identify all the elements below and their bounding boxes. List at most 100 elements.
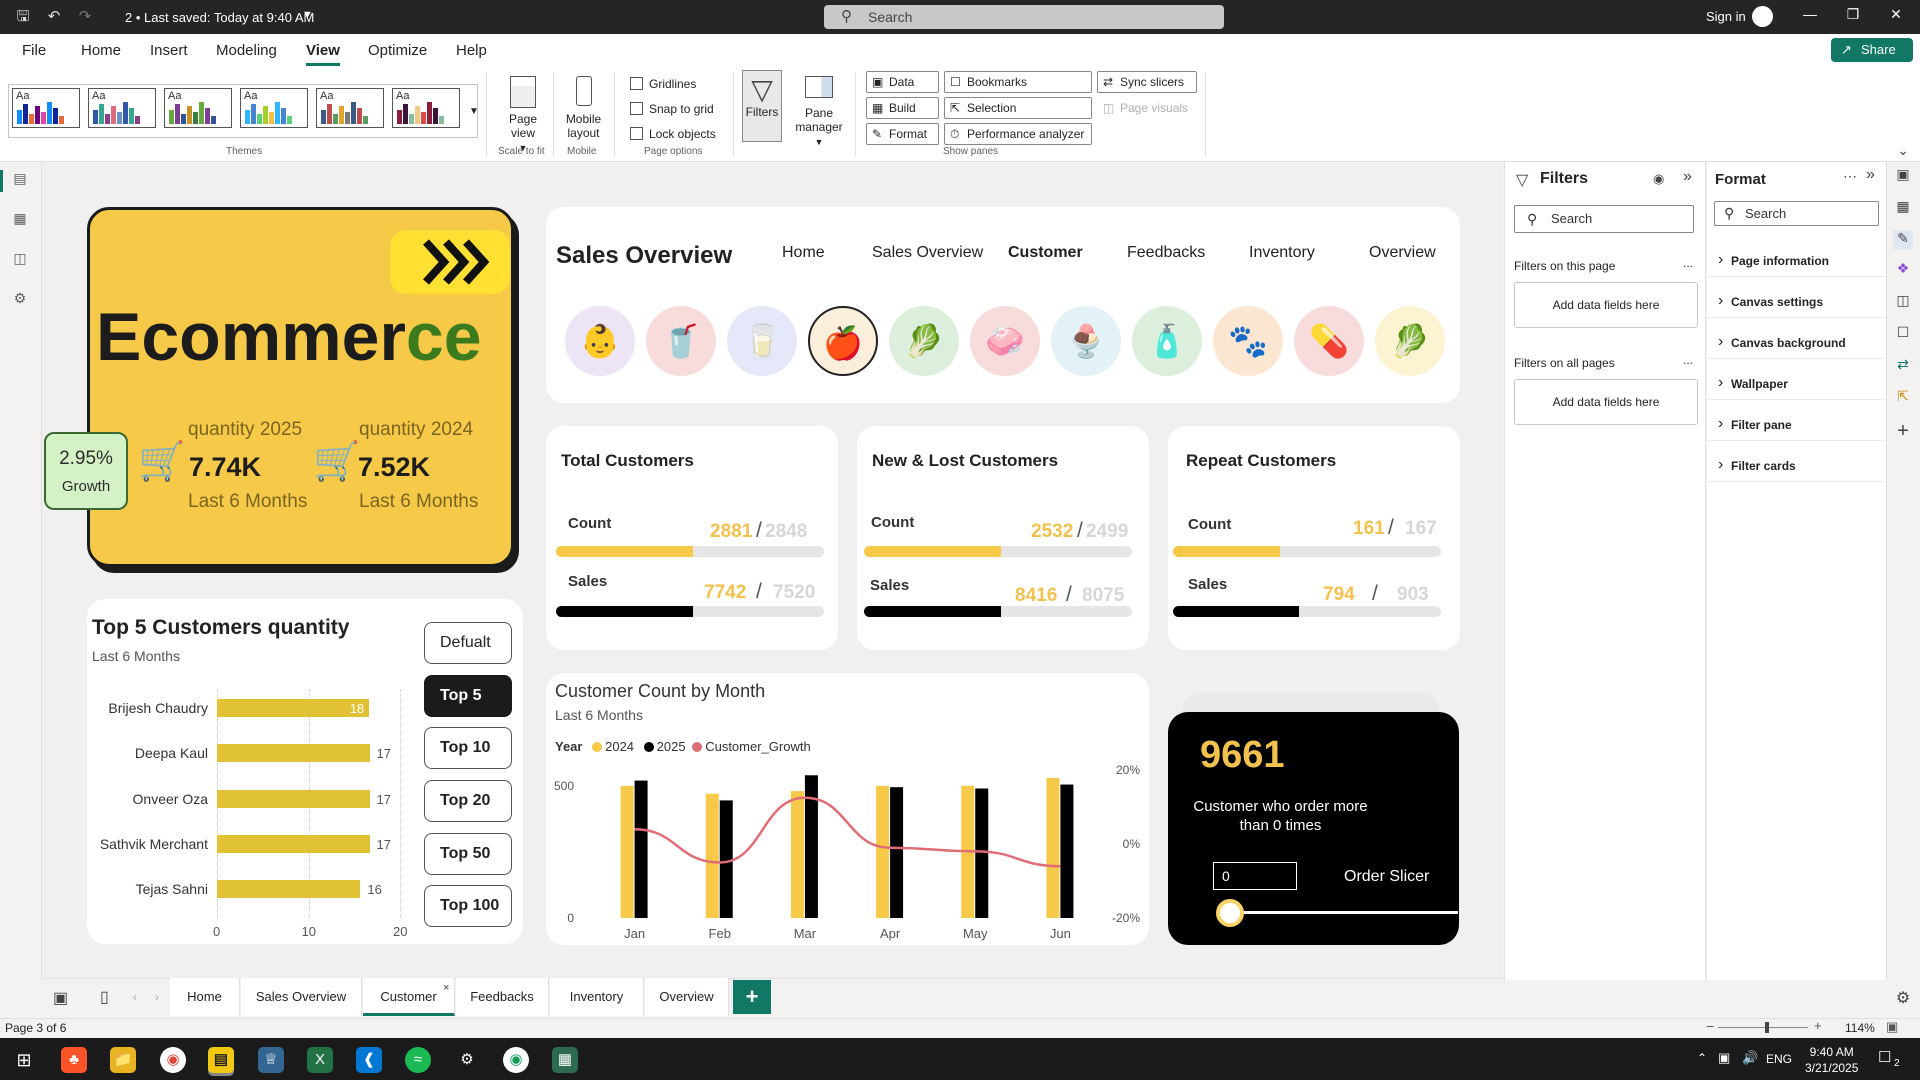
file-explorer-icon[interactable]: 📁 [110, 1047, 136, 1073]
menu-modeling[interactable]: Modeling [216, 42, 277, 59]
copilot-icon[interactable]: ❖ [1893, 260, 1913, 280]
mobile-layout-icon[interactable]: ▯ [100, 987, 109, 1007]
power-bi-icon[interactable]: ▤ [208, 1047, 234, 1073]
chrome-profile-icon[interactable]: ◉ [503, 1047, 529, 1073]
top-filter-default-button[interactable]: Defualt [424, 622, 512, 664]
top-filter-top5-button[interactable]: Top 5 [424, 675, 512, 717]
collapse-rail-icon[interactable]: ⌄ [1893, 142, 1913, 162]
filters-button[interactable]: ▽ Filters [742, 70, 782, 142]
menu-insert[interactable]: Insert [150, 42, 188, 59]
zoom-in-icon[interactable]: + [1814, 1018, 1822, 1033]
save-icon[interactable]: 🖫 [14, 8, 32, 26]
network-icon[interactable]: ▣ [1718, 1050, 1730, 1066]
theme-swatch[interactable]: Aa [240, 88, 308, 128]
column-bar-2025[interactable] [719, 800, 733, 918]
order-slider-handle[interactable] [1216, 899, 1244, 927]
page-tab-inventory[interactable]: Inventory [550, 978, 644, 1016]
column-bar-2025[interactable] [890, 787, 904, 918]
nav-link-feedbacks[interactable]: Feedbacks [1127, 244, 1205, 262]
postgresql-icon[interactable]: ♕ [258, 1047, 284, 1073]
collapse-pane-icon[interactable]: » [1866, 166, 1875, 184]
theme-swatch[interactable]: Aa [392, 88, 460, 128]
snap-to-grid-checkbox[interactable]: Snap to grid [630, 102, 714, 116]
column-bar-2024[interactable] [1046, 777, 1060, 918]
notification-icon[interactable]: ☐ [1878, 1048, 1891, 1066]
category-baby-care-icon[interactable]: 👶 [565, 306, 635, 376]
more-options-icon[interactable]: ... [1683, 353, 1693, 367]
order-slider-track[interactable] [1232, 911, 1458, 914]
scroll-right-icon[interactable]: › [155, 990, 159, 1004]
theme-swatch[interactable]: Aa [88, 88, 156, 128]
undo-icon[interactable]: ↶ [45, 8, 63, 26]
data-pane-button[interactable]: ▣ Data [866, 71, 939, 93]
column-bar-2024[interactable] [790, 791, 804, 918]
top-filter-top20-button[interactable]: Top 20 [424, 780, 512, 822]
page-view-button[interactable]: Page view ▼ [503, 76, 543, 155]
collapse-pane-icon[interactable]: » [1683, 168, 1692, 186]
last-saved-status[interactable]: 2 • Last saved: Today at 9:40 AM [125, 10, 314, 25]
zoom-slider-handle[interactable] [1765, 1022, 1769, 1033]
system-clock[interactable]: 9:40 AM 3/21/2025 [1805, 1044, 1858, 1076]
category-fruits-icon[interactable]: 🍎 [808, 306, 878, 376]
model-view-icon[interactable]: ◫ [10, 250, 30, 268]
top-filter-top50-button[interactable]: Top 50 [424, 833, 512, 875]
tray-chevron-icon[interactable]: ⌃ [1697, 1051, 1707, 1065]
restore-icon[interactable]: ❐ [1843, 6, 1863, 26]
column-bar-2024[interactable] [705, 793, 719, 918]
category-grocery-icon[interactable]: 🥬 [889, 306, 959, 376]
page-tab-sales-overview[interactable]: Sales Overview [241, 978, 362, 1016]
selection-pane-button[interactable]: ⇱ Selection [944, 97, 1092, 119]
vscode-icon[interactable]: ❰ [356, 1047, 382, 1073]
brave-browser-icon[interactable]: ♣ [61, 1047, 87, 1073]
sync-slicers-icon[interactable]: ⇄ [1893, 356, 1913, 376]
menu-home[interactable]: Home [81, 42, 121, 59]
nav-link-sales-overview[interactable]: Sales Overview [872, 244, 983, 262]
settings-gear-icon[interactable]: ⚙ [454, 1047, 480, 1073]
bookmark-icon[interactable]: ☐ [1893, 324, 1913, 344]
lock-objects-checkbox[interactable]: Lock objects [630, 127, 716, 141]
format-pane-button[interactable]: ✎ Format [866, 123, 939, 145]
performance-analyzer-button[interactable]: ⏱ Performance analyzer [944, 123, 1092, 145]
category-beverages-icon[interactable]: 🥤 [646, 306, 716, 376]
menu-help[interactable]: Help [456, 42, 487, 59]
nav-link-customer[interactable]: Customer [1008, 244, 1083, 262]
eye-icon[interactable]: ◉ [1653, 171, 1664, 187]
top-filter-top10-button[interactable]: Top 10 [424, 727, 512, 769]
sync-slicers-button[interactable]: ⇄ Sync slicers [1097, 71, 1197, 93]
format-section-page-information[interactable]: Page information [1718, 251, 1829, 269]
theme-swatch[interactable]: Aa [316, 88, 384, 128]
pane-manager-button[interactable]: Pane manager ▼ [791, 76, 847, 149]
windows-start-icon[interactable]: ⊞ [11, 1047, 37, 1073]
format-brush-icon[interactable]: ✎ [1893, 230, 1913, 250]
gridlines-checkbox[interactable]: Gridlines [630, 77, 696, 91]
zoom-level[interactable]: 114% [1845, 1021, 1875, 1035]
close-icon[interactable]: ✕ [1886, 6, 1906, 26]
more-options-icon[interactable]: ... [1683, 256, 1693, 270]
format-section-wallpaper[interactable]: Wallpaper [1718, 374, 1788, 392]
close-tab-icon[interactable]: × [443, 982, 449, 994]
volume-icon[interactable]: 🔊 [1742, 1050, 1758, 1066]
category-cleaning-icon[interactable]: 🧼 [970, 306, 1040, 376]
dax-query-icon[interactable]: ⚙ [10, 290, 30, 308]
category-personal-care-icon[interactable]: 🧴 [1132, 306, 1202, 376]
customer-bar[interactable] [217, 744, 370, 762]
bookmarks-pane-button[interactable]: ☐ Bookmarks [944, 71, 1092, 93]
chevron-down-icon[interactable]: ▼ [302, 9, 313, 21]
nav-link-home[interactable]: Home [782, 244, 825, 262]
menu-view[interactable]: View [306, 42, 340, 66]
customer-growth-line[interactable] [634, 796, 1061, 868]
build-visual-icon[interactable]: ▦ [1893, 198, 1913, 218]
minimize-icon[interactable]: — [1800, 6, 1820, 26]
page-tab-customer[interactable]: Customer [363, 978, 455, 1016]
column-bar-2025[interactable] [975, 788, 989, 919]
legend-customer-growth[interactable]: Customer_Growth [705, 739, 810, 754]
spotify-icon[interactable]: ≈ [405, 1047, 431, 1073]
search-input[interactable]: ⚲ Search [824, 5, 1224, 29]
app-window-icon[interactable]: ▦ [552, 1047, 578, 1073]
build-pane-button[interactable]: ▦ Build [866, 97, 939, 119]
legend-2024[interactable]: 2024 [605, 739, 634, 754]
customer-bar[interactable] [217, 835, 370, 853]
mobile-layout-button[interactable]: Mobile layout [561, 76, 606, 140]
customer-bar[interactable] [217, 880, 361, 898]
format-search-input[interactable]: ⚲ Search [1714, 201, 1879, 226]
